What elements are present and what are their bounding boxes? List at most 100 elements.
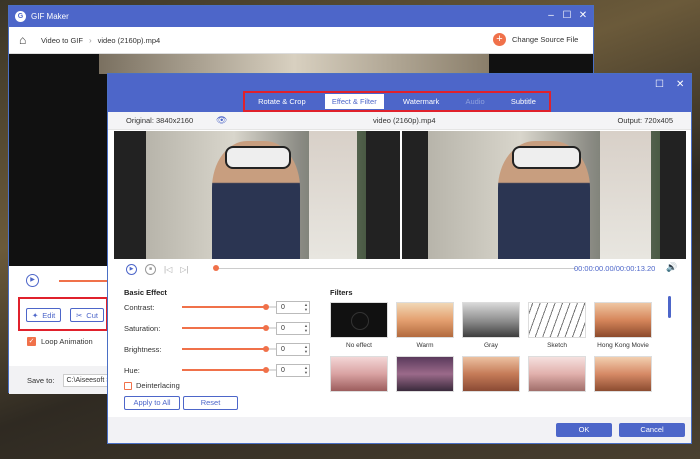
cut-button[interactable]: ✂ Cut [70,308,104,322]
spinner-arrows-icon[interactable]: ▲ ▼ [304,365,308,375]
deinterlacing-label: Deinterlacing [136,381,180,390]
effect-slider[interactable] [182,306,266,308]
effect-label: Saturation: [124,323,161,333]
checkbox-checked-icon: ✓ [27,337,36,346]
warm-filter[interactable]: Warm [396,302,454,349]
effect-slider-knob[interactable] [263,367,269,373]
filter-tile[interactable] [462,356,520,392]
tab-audio: Audio [465,97,485,106]
volume-icon[interactable]: 🔊 [666,262,677,273]
filters-panel: Filters No effect Warm Gray Sketch Hong Kong… [330,288,680,392]
tab-watermark[interactable]: Watermark [396,94,446,109]
info-bar: Original: 3840x2160 👁 video (2160p).mp4 … [108,112,691,130]
no-effect-icon [351,312,369,330]
checkbox-icon [124,381,132,390]
plus-icon: + [493,33,506,46]
filter-label: Sketch [547,342,567,349]
cancel-button[interactable]: Cancel [619,423,685,437]
maximize-icon[interactable]: ☐ [655,79,664,90]
minimize-icon[interactable]: – [544,10,558,22]
filter-thumbnail [462,356,520,392]
maximize-icon[interactable]: ☐ [560,10,574,22]
tab-rotate-crop[interactable]: Rotate & Crop [251,94,313,109]
effect-value: 0 [281,303,285,311]
effect-value: 0 [281,366,285,374]
reset-button[interactable]: Reset [183,396,238,410]
filter-tile[interactable] [330,356,388,392]
close-icon[interactable]: ✕ [676,79,684,90]
original-preview [146,131,366,259]
spinner-arrows-icon[interactable]: ▲ ▼ [304,302,308,312]
gray-filter[interactable]: Gray [462,302,520,349]
filter-tile[interactable] [396,356,454,392]
effect-value-stepper[interactable]: 0 ▲ ▼ [276,363,310,377]
timecode: 00:00:00.00/00:00:13.20 [574,264,656,273]
ok-button[interactable]: OK [556,423,612,437]
edit-dialog: ☐ ✕ Rotate & Crop Effect & Filter Waterm… [107,73,692,444]
spinner-arrows-icon[interactable]: ▲ ▼ [304,323,308,333]
filter-tile[interactable] [594,356,652,392]
spinner-arrows-icon[interactable]: ▲ ▼ [304,344,308,354]
effect-value: 0 [281,324,285,332]
effect-slider[interactable] [182,369,266,371]
filter-thumbnail [528,302,586,338]
effect-value-stepper[interactable]: 0 ▲ ▼ [276,342,310,356]
effect-label: Hue: [124,365,140,375]
seek-knob[interactable] [213,265,219,271]
effect-value-stepper[interactable]: 0 ▲ ▼ [276,321,310,335]
stop-icon[interactable]: ■ [145,263,156,275]
effect-slider-knob[interactable] [263,325,269,331]
filters-scrollbar[interactable] [668,296,671,318]
save-path-field[interactable]: C:\Aiseesoft S [62,373,109,387]
file-name: video (2160p).mp4 [373,116,436,125]
change-source-button[interactable]: + Change Source File [493,33,578,46]
loop-animation-checkbox[interactable]: ✓ Loop Animation [27,337,93,346]
filter-thumbnail [396,302,454,338]
preview-divider [400,131,402,259]
effect-label: Contrast: [124,302,155,312]
scissors-icon: ✂ [76,310,83,320]
effect-row: Hue: 0 ▲ ▼ [124,363,314,377]
close-icon[interactable]: ✕ [576,10,590,22]
play-icon[interactable]: ▶ [26,274,39,287]
apply-to-all-button[interactable]: Apply to All [124,396,180,410]
preview-area [114,131,686,259]
effect-row: Saturation: 0 ▲ ▼ [124,321,314,335]
basic-effect-title: Basic Effect [124,288,167,297]
edit-label: Edit [42,310,56,320]
effect-slider[interactable] [182,348,266,350]
filter-thumbnail [528,356,586,392]
filter-tile[interactable] [528,356,586,392]
filter-label: No effect [346,342,372,349]
effect-value-stepper[interactable]: 0 ▲ ▼ [276,300,310,314]
no-effect-filter[interactable]: No effect [330,302,388,349]
filter-thumbnail [330,302,388,338]
deinterlacing-checkbox[interactable]: Deinterlacing [124,381,180,390]
filter-thumbnail [462,302,520,338]
tab-effect-filter[interactable]: Effect & Filter [324,94,384,109]
effect-row: Contrast: 0 ▲ ▼ [124,300,314,314]
save-to-bar: Save to: C:\Aiseesoft S [9,366,111,394]
tab-subtitle[interactable]: Subtitle [504,94,543,109]
filters-title: Filters [330,288,353,297]
home-icon[interactable]: ⌂ [19,33,33,47]
eye-icon[interactable]: 👁 [216,115,227,126]
play-icon[interactable]: ▶ [126,263,137,275]
next-frame-icon[interactable]: ▷| [180,265,188,274]
window-title: GIF Maker [31,12,69,21]
dialog-header: ☐ ✕ Rotate & Crop Effect & Filter Waterm… [108,74,691,112]
hong-kong-movie-filter[interactable]: Hong Kong Movie [594,302,652,349]
dialog-footer: OK Cancel [108,417,691,443]
seek-bar[interactable] [216,268,576,269]
edit-button[interactable]: ✦ Edit [26,308,62,322]
playback-controls: ▶ ■ |◁ ▷| 00:00:00.00/00:00:13.20 🔊 [126,262,677,276]
previous-frame-icon[interactable]: |◁ [164,265,172,274]
effect-slider[interactable] [182,327,266,329]
original-resolution: Original: 3840x2160 [126,116,194,125]
sketch-filter[interactable]: Sketch [528,302,586,349]
effect-slider-knob[interactable] [263,346,269,352]
timeline-slider[interactable] [59,280,109,282]
change-source-label: Change Source File [512,35,579,44]
effect-slider-knob[interactable] [263,304,269,310]
breadcrumb-video-to-gif[interactable]: Video to GIF [41,36,83,45]
